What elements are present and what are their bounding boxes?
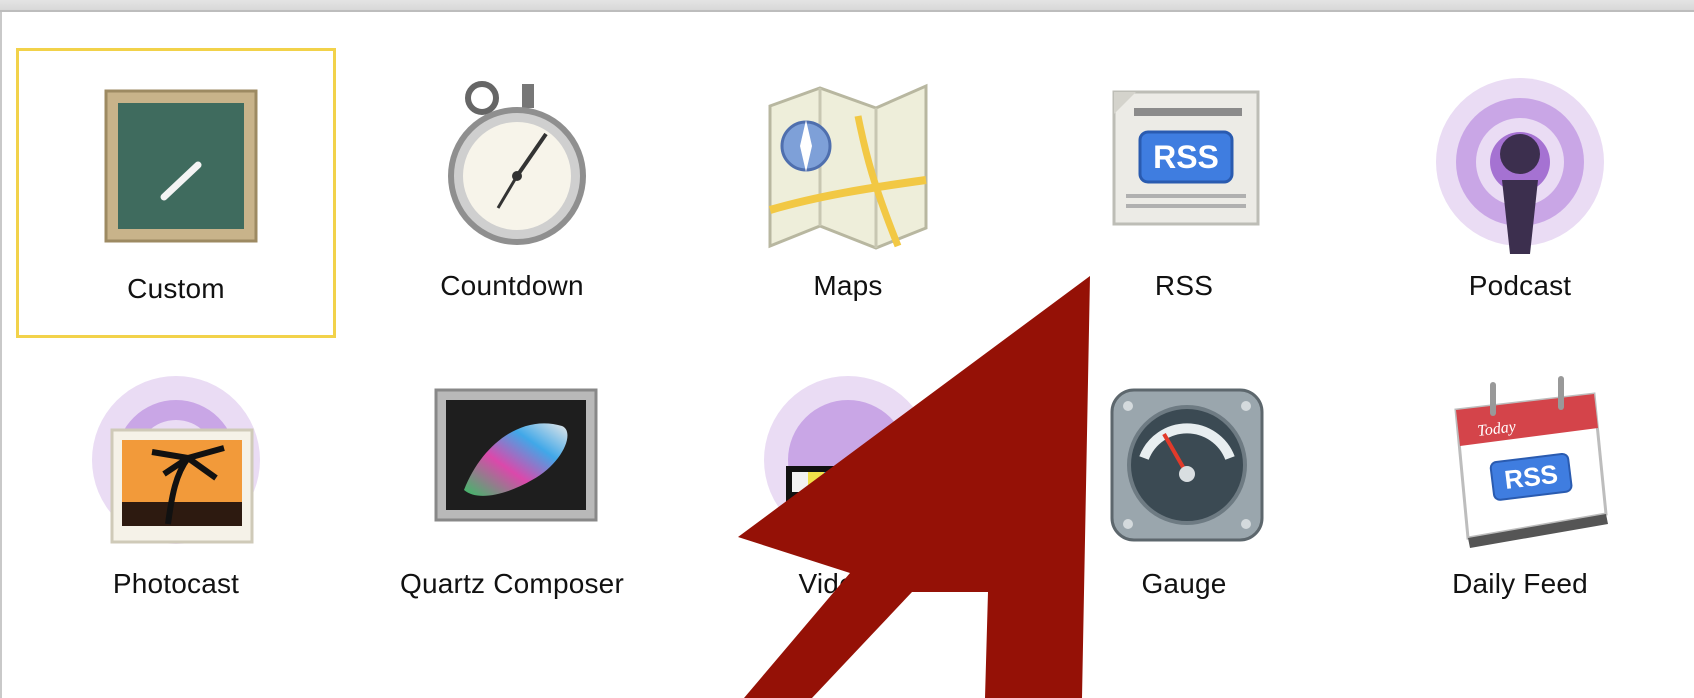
template-label: Quartz Composer [400, 568, 624, 599]
template-video-podcast[interactable]: Video P [688, 346, 1008, 636]
template-label: Podcast [1468, 270, 1572, 301]
template-chooser-panel: Custom Countdown Maps RSS RSS Podcast Ph… [0, 12, 1694, 698]
template-label: Gauge [1141, 568, 1227, 599]
template-label: Daily Feed [1452, 568, 1588, 599]
template-label: Countdown [440, 270, 584, 301]
template-quartz-composer[interactable]: Quartz Composer [352, 346, 672, 636]
rss-newspaper-icon: RSS [1084, 76, 1284, 256]
podcast-icon [1420, 76, 1620, 256]
gauge-icon [1084, 374, 1284, 554]
map-icon [748, 76, 948, 256]
template-label: RSS [1154, 270, 1214, 301]
daily-feed-icon: Today RSS [1420, 374, 1620, 554]
template-label: Photocast [112, 568, 240, 599]
photocast-icon [76, 374, 276, 554]
quartz-composer-icon [412, 374, 612, 554]
template-label: Maps [813, 270, 883, 301]
template-label: Video P [798, 568, 898, 599]
stopwatch-icon [412, 76, 612, 256]
video-podcast-icon [748, 374, 948, 554]
rss-icon-text: RSS [1153, 139, 1219, 175]
template-podcast[interactable]: Podcast [1360, 48, 1680, 338]
template-daily-feed[interactable]: Today RSS Daily Feed [1360, 346, 1680, 636]
template-photocast[interactable]: Photocast [16, 346, 336, 636]
chalkboard-icon [76, 79, 276, 259]
template-label: Custom [127, 273, 225, 304]
template-countdown[interactable]: Countdown [352, 48, 672, 338]
template-custom[interactable]: Custom [16, 48, 336, 338]
template-gauge[interactable]: Gauge [1024, 346, 1344, 636]
window-top-edge [0, 0, 1694, 12]
template-rss[interactable]: RSS RSS [1024, 48, 1344, 338]
template-maps[interactable]: Maps [688, 48, 1008, 338]
